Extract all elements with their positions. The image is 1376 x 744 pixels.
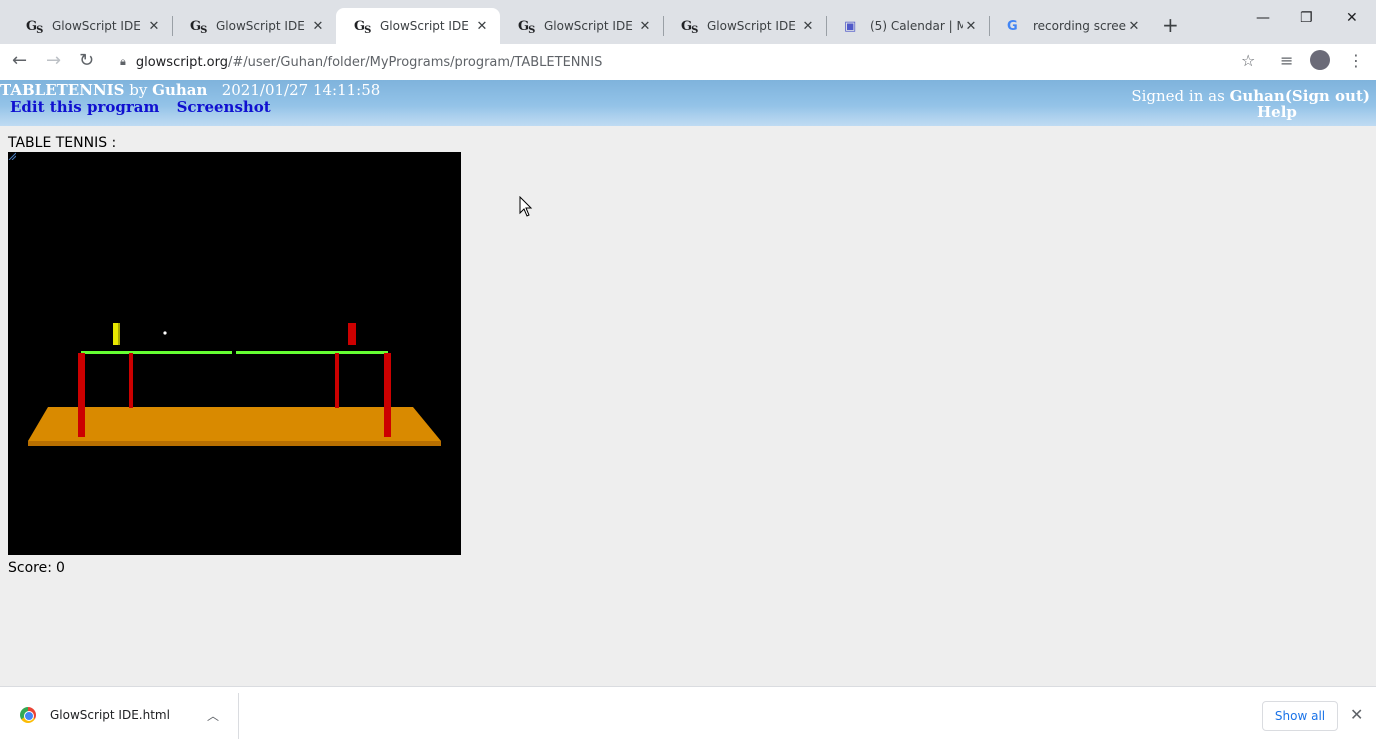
lock-icon: 🔒︎ <box>120 55 126 68</box>
program-timestamp: 2021/01/27 14:11:58 <box>221 81 381 99</box>
new-tab-icon[interactable]: + <box>1162 13 1179 37</box>
download-bar: GlowScript IDE.html ︿ Show all ✕ <box>0 686 1376 744</box>
close-window-icon[interactable]: ✕ <box>1346 10 1358 26</box>
tab-title: GlowScript IDE <box>216 19 305 33</box>
score-display: Score: 0 <box>8 560 65 576</box>
signed-in-status: Signed in as Guhan(Sign out) <box>1131 87 1370 105</box>
by-text: by <box>129 81 148 99</box>
glowscript-canvas[interactable] <box>8 152 461 555</box>
browser-tab[interactable]: ▣ (5) Calendar | Mic ✕ <box>826 8 989 44</box>
restore-icon[interactable]: ❐ <box>1300 10 1313 26</box>
right-paddle <box>348 323 356 345</box>
forward-icon[interactable]: → <box>46 50 61 71</box>
sign-out-link[interactable]: (Sign out) <box>1285 87 1370 105</box>
media-control-icon[interactable]: ≡ <box>1280 51 1293 70</box>
program-links: Edit this program Screenshot <box>10 98 283 116</box>
close-tab-icon[interactable]: ✕ <box>146 19 162 34</box>
download-item[interactable]: GlowScript IDE.html <box>20 707 170 723</box>
close-tab-icon[interactable]: ✕ <box>963 19 979 34</box>
avatar[interactable] <box>1310 50 1330 70</box>
chevron-up-icon[interactable]: ︿ <box>207 707 219 724</box>
front-left-post <box>78 353 85 437</box>
edit-program-link[interactable]: Edit this program <box>10 98 159 116</box>
close-tab-icon[interactable]: ✕ <box>1126 19 1142 34</box>
browser-tab-active[interactable]: GS GlowScript IDE ✕ <box>336 8 500 44</box>
front-right-post <box>384 353 391 437</box>
google-icon: G <box>1007 18 1018 34</box>
score-value: 0 <box>55 560 65 576</box>
browser-tab[interactable]: GS GlowScript IDE ✕ <box>8 8 172 44</box>
score-label: Score: <box>8 560 52 576</box>
close-download-bar-icon[interactable]: ✕ <box>1350 705 1363 724</box>
tab-title: (5) Calendar | Mic <box>870 19 963 33</box>
program-title-line: TABLETENNIS by Guhan 2021/01/27 14:11:58 <box>0 81 380 99</box>
glowscript-favicon-icon: GS <box>26 18 43 36</box>
teams-icon: ▣ <box>844 18 856 34</box>
address-bar[interactable]: 🔒︎ glowscript.org/#/user/Guhan/folder/My… <box>112 48 1267 76</box>
glowscript-favicon-icon: GS <box>681 18 698 36</box>
close-tab-icon[interactable]: ✕ <box>637 19 653 34</box>
scene-3d <box>28 323 441 446</box>
tab-title: GlowScript IDE <box>380 19 469 33</box>
bookmark-star-icon[interactable]: ☆ <box>1241 51 1255 70</box>
glowscript-favicon-icon: GS <box>354 18 371 36</box>
download-file-name: GlowScript IDE.html <box>50 708 170 722</box>
browser-tab[interactable]: G recording screen v ✕ <box>989 8 1152 44</box>
close-tab-icon[interactable]: ✕ <box>474 19 490 34</box>
close-tab-icon[interactable]: ✕ <box>800 19 816 34</box>
back-left-post <box>129 353 133 408</box>
back-right-post <box>335 353 339 408</box>
table-front-edge <box>28 441 441 446</box>
tab-title: GlowScript IDE <box>52 19 141 33</box>
close-tab-icon[interactable]: ✕ <box>310 19 326 34</box>
back-icon[interactable]: ← <box>12 50 27 71</box>
browser-tab[interactable]: GS GlowScript IDE ✕ <box>500 8 663 44</box>
net-gap <box>232 350 236 355</box>
chrome-file-icon <box>20 707 36 723</box>
tab-strip: GS GlowScript IDE ✕ GS GlowScript IDE ✕ … <box>0 0 1376 44</box>
mouse-cursor-icon <box>519 196 533 217</box>
tab-title: GlowScript IDE <box>544 19 633 33</box>
glowscript-header: TABLETENNIS by Guhan 2021/01/27 14:11:58… <box>0 80 1376 126</box>
minimize-icon[interactable]: — <box>1256 10 1270 26</box>
author-name: Guhan <box>152 81 208 99</box>
url-text: glowscript.org/#/user/Guhan/folder/MyPro… <box>135 54 603 70</box>
help-link[interactable]: Help <box>1257 103 1297 121</box>
screenshot-link[interactable]: Screenshot <box>177 98 271 116</box>
tab-title: recording screen v <box>1033 19 1126 33</box>
left-paddle-shade <box>118 323 120 345</box>
show-all-button[interactable]: Show all <box>1262 701 1338 731</box>
glowscript-favicon-icon: GS <box>190 18 207 36</box>
resize-handle-icon[interactable] <box>8 152 16 160</box>
browser-toolbar: ← → ↻ 🔒︎ glowscript.org/#/user/Guhan/fol… <box>0 44 1376 80</box>
browser-tab[interactable]: GS GlowScript IDE ✕ <box>663 8 826 44</box>
reload-icon[interactable]: ↻ <box>79 50 94 71</box>
menu-icon[interactable]: ⋮ <box>1348 51 1364 70</box>
ball <box>163 331 167 335</box>
program-caption: TABLE TENNIS : <box>8 135 117 151</box>
table-top <box>28 407 441 441</box>
browser-tab[interactable]: GS GlowScript IDE ✕ <box>172 8 336 44</box>
program-name: TABLETENNIS <box>0 81 125 99</box>
glowscript-favicon-icon: GS <box>518 18 535 36</box>
tab-title: GlowScript IDE <box>707 19 796 33</box>
